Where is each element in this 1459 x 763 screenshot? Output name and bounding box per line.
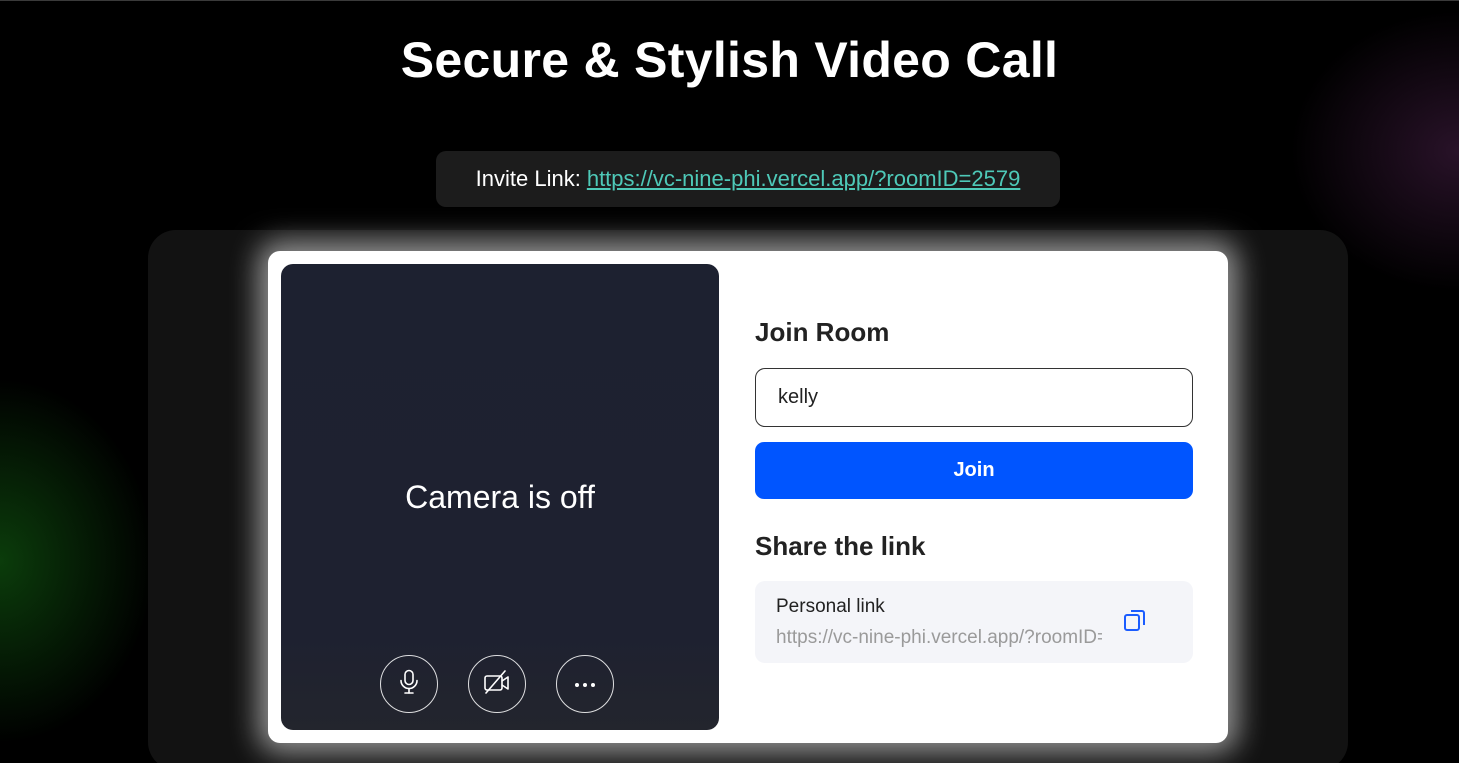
- more-options-button[interactable]: [556, 655, 614, 713]
- camera-off-icon: [483, 669, 511, 699]
- copy-link-button[interactable]: [1120, 607, 1150, 637]
- camera-preview: Camera is off: [281, 264, 719, 730]
- more-dots-icon: [574, 675, 596, 693]
- page: Secure & Stylish Video Call Invite Link:…: [0, 0, 1459, 763]
- share-link-heading: Share the link: [755, 531, 926, 561]
- camera-status-text: Camera is off: [405, 479, 595, 515]
- camera-toggle-button[interactable]: [468, 655, 526, 713]
- invite-link-bar: Invite Link: https://vc-nine-phi.vercel.…: [436, 151, 1060, 207]
- personal-link-label: Personal link: [776, 596, 885, 617]
- invite-link[interactable]: https://vc-nine-phi.vercel.app/?roomID=2…: [587, 166, 1021, 192]
- personal-link-url: https://vc-nine-phi.vercel.app/?roomID=2…: [776, 627, 1102, 648]
- prejoin-card: Camera is off Join Room kelly Join Share…: [268, 251, 1228, 743]
- copy-icon: [1122, 607, 1148, 638]
- join-button[interactable]: Join: [755, 442, 1193, 499]
- join-room-heading: Join Room: [755, 317, 890, 347]
- preview-controls: [380, 655, 614, 713]
- mic-icon: [398, 669, 420, 700]
- microphone-toggle-button[interactable]: [380, 655, 438, 713]
- invite-label: Invite Link:: [475, 166, 581, 191]
- name-input[interactable]: [755, 368, 1193, 427]
- page-title: Secure & Stylish Video Call: [400, 32, 1059, 88]
- personal-link-box: Personal link https://vc-nine-phi.vercel…: [755, 581, 1193, 663]
